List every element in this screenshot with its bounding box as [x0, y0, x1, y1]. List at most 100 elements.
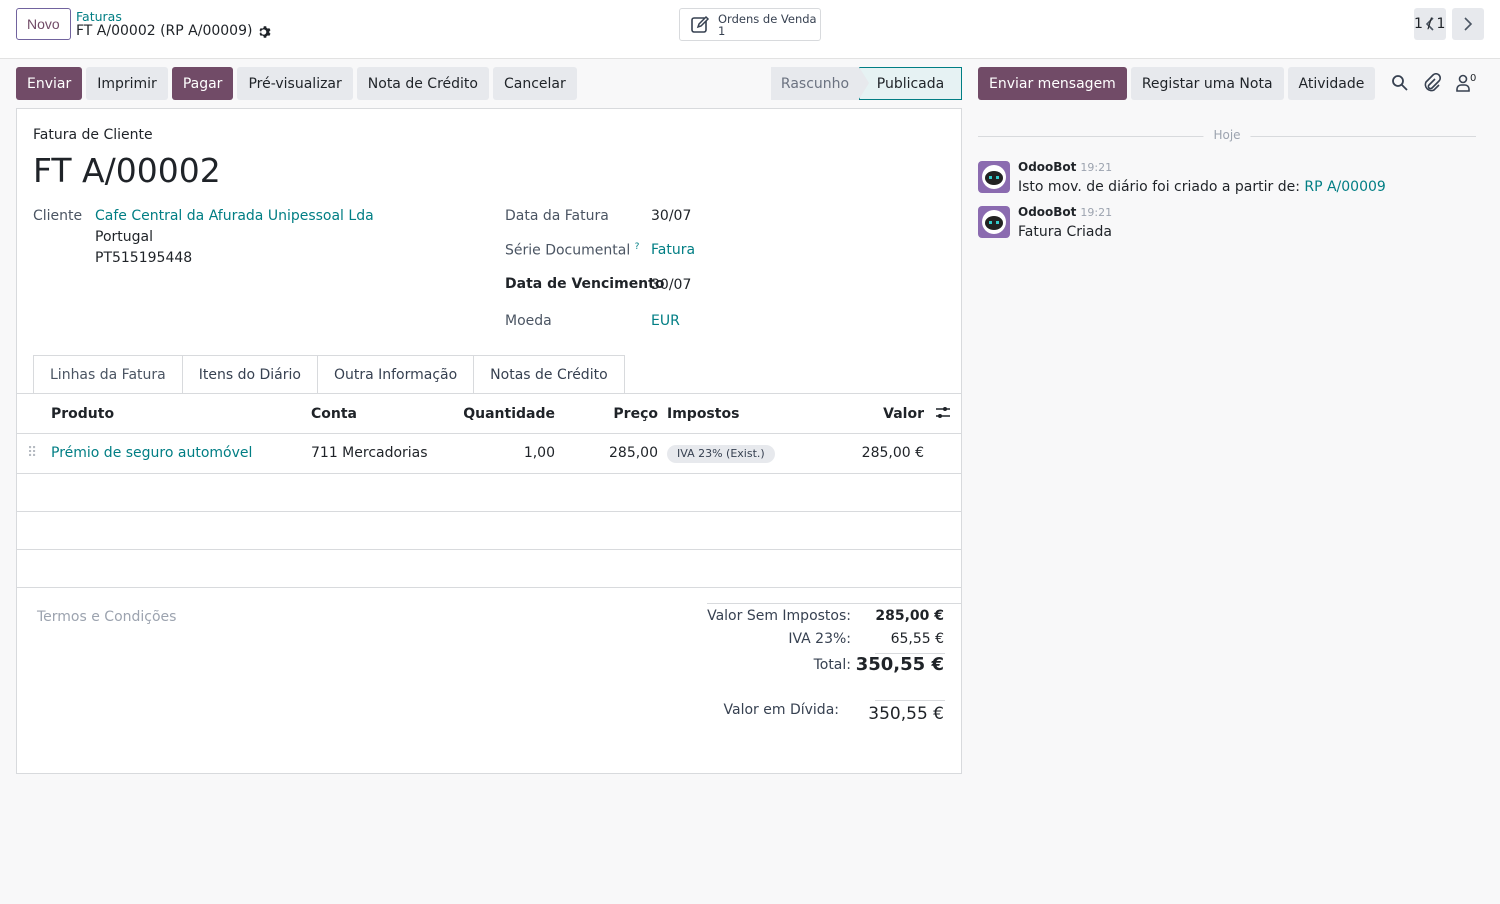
optional-columns-toggle[interactable] — [935, 405, 951, 425]
gear-icon[interactable] — [258, 25, 272, 39]
document-type: Fatura de Cliente — [33, 127, 153, 143]
new-button[interactable]: Novo — [16, 8, 71, 40]
notebook-tabs: Linhas da Fatura Itens do Diário Outra I… — [33, 355, 625, 394]
date-separator: Hoje — [978, 128, 1476, 144]
total-label: Total: — [813, 657, 851, 673]
followers-count: 0 — [1470, 73, 1477, 84]
empty-row — [17, 550, 961, 588]
avatar[interactable] — [978, 206, 1010, 238]
tab-journal-items[interactable]: Itens do Diário — [181, 355, 318, 394]
empty-row — [17, 512, 961, 550]
tax-badge[interactable]: IVA 23% (Exist.) — [667, 445, 775, 463]
row-product[interactable]: Prémio de seguro automóvel — [51, 434, 252, 472]
pager: 1 / 1 — [1414, 8, 1484, 40]
amount-due-label: Valor em Dívida: — [723, 702, 839, 718]
message-text: Fatura Criada — [1018, 224, 1112, 240]
activity-button[interactable]: Atividade — [1287, 67, 1376, 100]
due-separator — [875, 700, 945, 701]
breadcrumb-current: FT A/00002 (RP A/00009) — [76, 24, 272, 39]
message-time: 19:21 — [1080, 161, 1113, 174]
drag-handle-icon[interactable]: ⠿ — [27, 434, 37, 472]
untaxed-label: Valor Sem Impostos: — [707, 608, 851, 624]
log-note-button[interactable]: Registar uma Nota — [1130, 67, 1284, 100]
sliders-icon — [936, 407, 950, 418]
row-price[interactable]: 285,00 — [609, 434, 658, 472]
followers-button[interactable]: 0 — [1454, 73, 1476, 93]
row-account[interactable]: 711 Mercadorias — [311, 434, 428, 472]
invoice-date-label: Data da Fatura — [505, 208, 609, 224]
breadcrumb-current-label: FT A/00002 (RP A/00009) — [76, 23, 253, 39]
message-author[interactable]: OdooBot — [1018, 205, 1076, 219]
column-product[interactable]: Produto — [51, 394, 114, 434]
empty-row — [17, 474, 961, 512]
print-button[interactable]: Imprimir — [86, 67, 168, 100]
amount-due: 350,55 € — [868, 704, 944, 724]
tab-other-info[interactable]: Outra Informação — [316, 355, 475, 394]
search-icon[interactable] — [1390, 73, 1410, 93]
series-label-text: Série Documental — [505, 242, 631, 259]
bot-icon — [982, 165, 1006, 189]
currency-label: Moeda — [505, 313, 552, 329]
chatter-icons: 0 — [1390, 73, 1476, 93]
smart-button-count: 1 — [718, 23, 726, 38]
sale-orders-smart-button[interactable]: Ordens de Venda 1 — [679, 8, 821, 41]
totals-divider — [707, 603, 961, 604]
bot-icon — [982, 210, 1006, 234]
pay-button[interactable]: Pagar — [171, 67, 234, 100]
tab-invoice-lines[interactable]: Linhas da Fatura — [33, 355, 183, 394]
send-button[interactable]: Enviar — [16, 67, 83, 100]
message-time: 19:21 — [1080, 206, 1113, 219]
message-author[interactable]: OdooBot — [1018, 160, 1076, 174]
smart-button-label: Ordens de Venda — [718, 11, 817, 26]
terms-and-conditions-field[interactable]: Termos e Condições — [37, 609, 176, 625]
total-amount: 350,55 € — [855, 654, 944, 675]
avatar[interactable] — [978, 161, 1010, 193]
column-price[interactable]: Preço — [613, 394, 658, 434]
pager-next-button[interactable] — [1452, 8, 1484, 40]
cancel-button[interactable]: Cancelar — [492, 67, 577, 100]
column-taxes[interactable]: Impostos — [667, 394, 739, 434]
status-draft[interactable]: Rascunho — [771, 67, 859, 100]
chevron-right-icon — [1464, 17, 1473, 31]
series-field[interactable]: Fatura — [651, 242, 695, 258]
message-source-link[interactable]: RP A/00009 — [1304, 179, 1385, 195]
column-account[interactable]: Conta — [311, 394, 357, 434]
currency-field[interactable]: EUR — [651, 313, 680, 329]
row-amount[interactable]: 285,00 € — [862, 434, 924, 472]
table-header: Produto Conta Quantidade Preço Impostos … — [17, 394, 961, 434]
row-quantity[interactable]: 1,00 — [524, 434, 555, 472]
send-message-button[interactable]: Enviar mensagem — [978, 67, 1127, 100]
series-label: Série Documental ? — [505, 242, 639, 259]
customer-country: Portugal — [95, 229, 153, 245]
edit-icon — [691, 15, 710, 33]
help-tooltip-icon[interactable]: ? — [635, 242, 640, 252]
message-text: Isto mov. de diário foi criado a partir … — [1018, 179, 1305, 195]
untaxed-amount: 285,00 € — [875, 608, 944, 624]
tab-credit-notes[interactable]: Notas de Crédito — [473, 355, 625, 394]
action-bar: Enviar Imprimir Pagar Pré-visualizar Not… — [16, 67, 577, 100]
paperclip-icon[interactable] — [1422, 73, 1442, 93]
preview-button[interactable]: Pré-visualizar — [237, 67, 353, 100]
table-row[interactable]: ⠿ Prémio de seguro automóvel 711 Mercado… — [17, 434, 961, 474]
breadcrumb-parent-link[interactable]: Faturas — [76, 9, 272, 24]
customer-vat: PT515195448 — [95, 250, 193, 266]
invoice-date-field[interactable]: 30/07 — [651, 208, 691, 224]
pager-value[interactable]: 1 / 1 — [1414, 16, 1445, 32]
column-amount[interactable]: Valor — [883, 394, 924, 434]
due-date-label: Data de Vencimento — [505, 276, 665, 292]
credit-note-button[interactable]: Nota de Crédito — [356, 67, 489, 100]
due-date-field[interactable]: 30/07 — [651, 277, 691, 293]
document-title: FT A/00002 — [33, 151, 221, 190]
status-posted-label: Publicada — [876, 75, 945, 92]
invoice-form-sheet: Fatura de Cliente FT A/00002 Cliente Caf… — [16, 108, 962, 774]
breadcrumb: Faturas FT A/00002 (RP A/00009) — [76, 9, 272, 39]
customer-label: Cliente — [33, 208, 83, 224]
status-posted[interactable]: Publicada — [859, 67, 962, 100]
vat-amount: 65,55 € — [890, 631, 944, 647]
date-separator-label: Hoje — [1203, 128, 1251, 142]
customer-link[interactable]: Cafe Central da Afurada Unipessoal Lda — [95, 208, 374, 224]
control-panel: Novo Faturas FT A/00002 (RP A/00009) Ord… — [0, 0, 1500, 59]
column-quantity[interactable]: Quantidade — [463, 394, 555, 434]
chatter-toolbar: Enviar mensagem Registar uma Nota Ativid… — [978, 67, 1376, 100]
status-bar: Rascunho Publicada — [771, 67, 962, 100]
